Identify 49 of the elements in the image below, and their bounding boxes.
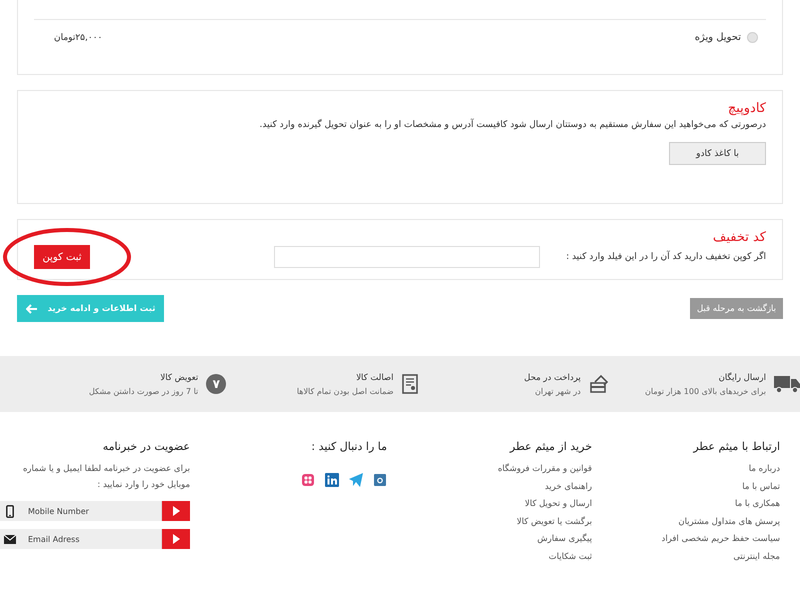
camera-icon[interactable]	[373, 473, 387, 487]
footer-link[interactable]: برگشت یا تعویض کالا	[516, 514, 592, 531]
feature-title: اصالت کالا	[355, 372, 394, 382]
feature-title: ارسال رایگان	[718, 372, 766, 382]
number-badge: ۷	[206, 374, 226, 394]
play-button[interactable]	[162, 501, 190, 521]
apply-coupon-button[interactable]: ثبت کوپن	[34, 245, 90, 269]
footer-link[interactable]: پرسش های متداول مشتریان	[678, 514, 780, 531]
section-title: کد تخفیف	[712, 230, 766, 245]
coupon-field[interactable]	[274, 246, 540, 268]
section-description: اگر کوپن تخفیف دارید کد آن را در این فیلد وارد کنید :	[566, 252, 766, 262]
column-title: عضویت در خبرنامه	[102, 440, 190, 453]
column-title: خرید از میثم عطر	[510, 440, 592, 453]
footer-link[interactable]: پیگیری سفارش	[537, 531, 592, 548]
card-hand-icon	[588, 374, 609, 394]
envelope-icon	[4, 534, 16, 544]
linkedin-icon[interactable]	[325, 473, 339, 487]
footer-link[interactable]: تماس با ما	[742, 478, 780, 496]
feature-subtitle: تا 7 روز در صورت داشتن مشکل	[88, 386, 198, 396]
footer-link[interactable]: قوانین و مقررات فروشگاه	[498, 461, 592, 478]
arrow-left-icon	[26, 304, 38, 314]
feature-subtitle: برای خریدهای بالای 100 هزار تومان	[645, 386, 766, 396]
flower-icon[interactable]	[301, 473, 315, 487]
footer-link[interactable]: راهنمای خرید	[544, 478, 592, 496]
footer-link[interactable]: مجله اینترنتی	[733, 548, 780, 566]
email-field[interactable]: Email Adress	[20, 529, 162, 549]
footer-link[interactable]: درباره ما	[748, 461, 780, 478]
footer-link[interactable]: ثبت شکایات	[548, 548, 592, 566]
radio-button[interactable]	[747, 32, 758, 43]
option-price: ۲۵,۰۰۰تومان	[54, 32, 102, 42]
gift-wrap-button[interactable]: با کاغذ کادو	[669, 142, 766, 165]
feature-subtitle: ضمانت اصل بودن تمام کالاها	[296, 386, 394, 396]
section-title: کادوپیچ	[726, 101, 766, 116]
column-title: ما را دنبال کنید :	[311, 440, 387, 453]
option-label: تحویل ویژه	[694, 32, 741, 43]
footer-link[interactable]: همکاری با ما	[735, 496, 780, 514]
phone-icon	[6, 504, 14, 518]
column-title: ارتباط با میثم عطر	[693, 440, 780, 453]
footer-link[interactable]: سیاست حفظ حریم شخصی افراد	[662, 531, 780, 548]
section-description: درصورتی که می‌خواهید این سفارش مستقیم به دوستتان ارسال شود کافیست آدرس و مشخصات او را به عنوان تحویل گیرنده وارد کنید.	[258, 120, 766, 130]
newsletter-description: برای عضویت در خبرنامه لطفا ایمیل و یا شماره موبایل خود را وارد نمایید :	[22, 463, 190, 492]
feature-title: پرداخت در محل	[524, 372, 581, 382]
play-button[interactable]	[162, 529, 190, 549]
feature-subtitle: در شهر تهران	[534, 386, 581, 396]
certificate-icon	[402, 374, 418, 394]
mobile-field[interactable]: Mobile Number	[20, 501, 162, 521]
footer-link[interactable]: ارسال و تحویل کالا	[524, 496, 592, 514]
feature-title: تعویض کالا	[159, 372, 198, 382]
paper-plane-icon[interactable]	[349, 473, 363, 487]
